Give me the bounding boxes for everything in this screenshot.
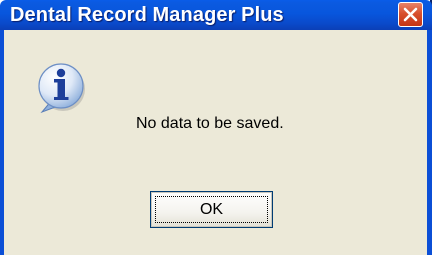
dialog-message: No data to be saved. (136, 115, 284, 132)
message-dialog: Dental Record Manager Plus No data to be… (0, 0, 432, 255)
information-icon (30, 58, 96, 125)
close-icon (403, 7, 418, 22)
ok-button[interactable]: OK (150, 191, 273, 228)
dialog-title: Dental Record Manager Plus (10, 4, 284, 26)
close-button[interactable] (398, 2, 423, 27)
title-bar[interactable]: Dental Record Manager Plus (0, 0, 432, 30)
focus-rectangle (155, 196, 268, 223)
window-frame-right (427, 30, 432, 255)
